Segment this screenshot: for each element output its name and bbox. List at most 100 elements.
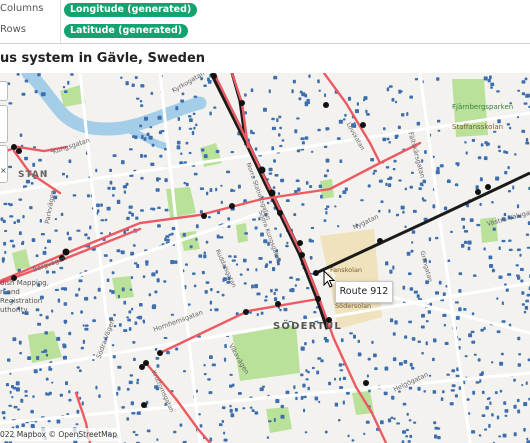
bus-stop (275, 301, 281, 307)
building-dot (140, 104, 144, 107)
building-dot (292, 79, 296, 84)
building-dot (373, 169, 377, 173)
longitude-pill[interactable]: Longitude (generated) (64, 3, 198, 17)
building-dot (513, 378, 516, 382)
building-dot (316, 370, 320, 375)
building-dot (484, 428, 488, 431)
building-dot (7, 202, 10, 206)
bus-stop (16, 148, 22, 154)
building-dot (8, 404, 12, 407)
building-dot (164, 147, 167, 151)
building-dot (402, 210, 405, 214)
building-dot (254, 284, 258, 289)
building-dot (318, 89, 321, 92)
building-dot (134, 321, 138, 325)
building-dot (131, 212, 134, 217)
building-dot (47, 420, 51, 423)
building-dot (272, 267, 276, 272)
building-dot (300, 346, 305, 351)
building-dot (254, 226, 258, 230)
building-dot (9, 239, 14, 243)
building-dot (504, 409, 509, 413)
building-dot (355, 109, 359, 114)
park-label-fjarnberg: Fjärnbergsparken (452, 103, 514, 111)
building-dot (417, 297, 421, 300)
building-dot (408, 272, 412, 276)
building-dot (236, 263, 239, 266)
building-dot (483, 247, 486, 251)
building-dot (517, 89, 521, 92)
building-dot (461, 243, 465, 248)
building-dot (109, 168, 112, 172)
building-dot (155, 188, 160, 192)
building-dot (192, 272, 196, 275)
building-dot (307, 100, 310, 104)
map-attribution[interactable]: 022 Mapbox © OpenStreetMap (0, 428, 121, 441)
building-dot (18, 231, 22, 236)
building-dot (164, 237, 167, 242)
building-dot (84, 296, 89, 301)
building-dot (180, 152, 183, 155)
building-dot (3, 416, 6, 420)
district-label-sodertull: SÖDERTUL (273, 321, 342, 332)
building-dot (410, 249, 414, 253)
building-dot (370, 158, 374, 162)
building-dot (365, 109, 368, 114)
building-dot (183, 370, 186, 373)
building-dot (148, 293, 152, 297)
building-dot (438, 280, 442, 285)
building-dot (406, 428, 409, 432)
latitude-pill[interactable]: Latitude (generated) (64, 24, 189, 38)
building-dot (496, 90, 500, 93)
building-dot (213, 106, 217, 109)
building-dot (409, 95, 413, 99)
building-dot (166, 238, 170, 242)
building-dot (434, 434, 438, 439)
building-dot (16, 73, 20, 76)
building-dot (254, 411, 259, 415)
close-icon[interactable]: × (0, 166, 7, 175)
building-dot (89, 225, 92, 230)
building-dot (45, 315, 49, 320)
map-zoom-control[interactable] (0, 105, 8, 143)
building-dot (189, 245, 193, 249)
building-dot (455, 316, 460, 320)
building-dot (84, 324, 89, 327)
building-dot (95, 385, 98, 390)
building-dot (344, 113, 347, 117)
building-dot (268, 260, 272, 264)
map-view[interactable]: STAN SÖDERTUL Fjärnbergsparken Staffanss… (0, 73, 530, 443)
building-dot (435, 170, 440, 175)
building-dot (66, 231, 69, 236)
building-dot (128, 205, 133, 209)
building-dot (270, 289, 273, 293)
map-search-button[interactable] (0, 81, 8, 101)
park-area (266, 407, 292, 433)
building-dot (146, 429, 151, 433)
building-dot (203, 364, 206, 367)
building-dot (471, 340, 476, 344)
map-pan-control[interactable] (0, 145, 8, 183)
building-dot (210, 288, 213, 292)
building-dot (499, 361, 504, 366)
building-dot (68, 390, 71, 394)
building-dot (374, 367, 378, 371)
building-dot (380, 200, 384, 203)
building-dot (11, 396, 14, 399)
building-dot (456, 164, 460, 167)
building-dot (120, 76, 123, 79)
building-dot (41, 351, 45, 353)
partial-label-4: uthority (0, 306, 28, 314)
building-dot (334, 402, 339, 407)
building-dot (382, 137, 387, 142)
building-dot (36, 355, 40, 360)
building-dot (131, 411, 136, 415)
building-dot (223, 438, 228, 442)
building-dot (271, 146, 275, 151)
building-dot (310, 239, 314, 243)
building-dot (32, 162, 36, 167)
building-dot (289, 276, 293, 279)
building-dot (275, 399, 280, 404)
district-label-stan: STAN (18, 170, 49, 180)
building-dot (134, 135, 138, 140)
